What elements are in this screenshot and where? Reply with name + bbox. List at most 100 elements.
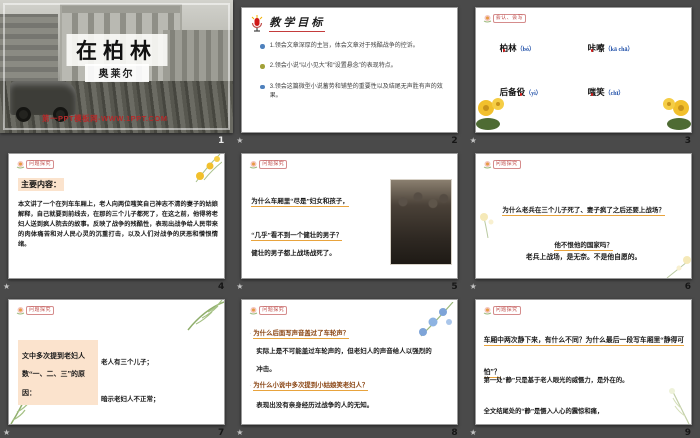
slide-thumbnail-8[interactable]: 问题探究 · 为什么后面写声音盖过了车轮声？ 实际上是不可能盖过车轮声的，但老妇人… bbox=[241, 299, 459, 425]
question-bullet: · bbox=[249, 331, 252, 337]
rose-icon bbox=[250, 161, 258, 169]
section-badge: 问题探究 bbox=[483, 306, 521, 315]
summary-title: 主要内容： bbox=[18, 178, 64, 191]
slide-thumbnail-1[interactable]: 在柏林 奥莱尔 第一PPT模板网-WWW.1PPT.COM bbox=[0, 0, 233, 133]
vocab-pinyin: （yì） bbox=[525, 91, 542, 97]
objective-text: 2.领会小说“以小见大”和“设置悬念”的表现特点。 bbox=[269, 63, 397, 70]
answer-line: 第一处“静”只是基于老人眼光的威慑力，是外在的。 bbox=[483, 377, 629, 384]
vocab-pinyin: （chī） bbox=[604, 91, 625, 97]
slide-number: 1 bbox=[218, 136, 225, 146]
objective-text: 1.领会文章深厚的主旨，体会文章对于残酷战争的控诉。 bbox=[269, 43, 419, 49]
vocab-item: 后备役（yì） bbox=[500, 82, 588, 100]
sorter-cell-5: 问题探究 为什么车厢里“尽是”妇女和孩子， “几乎”看不到一个健壮的男子？ 健壮… bbox=[233, 146, 466, 292]
sorter-cell-8: 问题探究 · 为什么后面写声音盖过了车轮声？ 实际上是不可能盖过车轮声的，但老妇人… bbox=[233, 292, 466, 438]
objective-text: 3.领会这篇微型小说蓄势和铺垫的重要性以及结尾无声胜有声的效果。 bbox=[269, 83, 443, 99]
section-badge: 问题探究 bbox=[249, 160, 288, 169]
slide-number: 4 bbox=[218, 282, 225, 292]
sorter-cell-6: 问题探究 为什么老兵在三个儿子死了、妻子疯了之后还要上战场？ 他不恨他的国家吗？… bbox=[467, 146, 700, 292]
summary-body: 本文讲了一个在列车车厢上，老人向两位嗤笑自己神志不清的妻子的姑娘解释，自己就要到… bbox=[18, 201, 218, 249]
sorter-cell-7: 问题探究 文中多次提到老妇人数“一、二、三”的原因： 老人有三个儿子； 暗示老妇… bbox=[0, 292, 233, 438]
bullet-dot-icon bbox=[260, 64, 265, 69]
question-line: 为什么后面写声音盖过了车轮声？ bbox=[253, 330, 350, 339]
answer-line: 健壮的男子都上战场战死了。 bbox=[251, 250, 336, 257]
slide-thumbnail-5[interactable]: 问题探究 为什么车厢里“尽是”妇女和孩子， “几乎”看不到一个健壮的男子？ 健壮… bbox=[241, 153, 459, 279]
watermark-text: 第一PPT模板网-WWW.1PPT.COM bbox=[42, 114, 168, 123]
fern-decoration bbox=[187, 300, 224, 331]
sorter-cell-4: 问题探究 主要内容： 本文讲了一个在列车车厢上，老人向两位嗤笑自己神志不清的妻子… bbox=[0, 146, 233, 292]
answer-line: 全文结尾处的“静”是慑入人心的震惊和痛， bbox=[483, 408, 604, 416]
transition-star-icon: ★ bbox=[3, 282, 11, 291]
slide-number: 6 bbox=[684, 282, 691, 292]
point-line: 暗示老妇人不正常； bbox=[101, 395, 160, 403]
answer-line: 表现出没有亲身经历过战争的人的无知。 bbox=[256, 402, 374, 409]
slide-sorter-grid: 在柏林 奥莱尔 第一PPT模板网-WWW.1PPT.COM 1 教学目标 1.领… bbox=[0, 0, 700, 438]
objective-item: 3.领会这篇微型小说蓄势和铺垫的重要性以及结尾无声胜有声的效果。 bbox=[260, 83, 448, 102]
slide-thumbnail-3[interactable]: 会认、会写 柏林（bó） 咔嚓（kā chā） 后备役（yì） 嗤笑（chī） bbox=[474, 7, 692, 133]
slide-number: 3 bbox=[684, 136, 691, 146]
slide-thumbnail-7[interactable]: 问题探究 文中多次提到老妇人数“一、二、三”的原因： 老人有三个儿子； 暗示老妇… bbox=[8, 299, 225, 425]
slide-number: 2 bbox=[451, 136, 458, 146]
marching-soldiers-photo bbox=[391, 180, 452, 264]
answer-line: 老兵上战场，是无奈。不是他自愿的。 bbox=[525, 254, 642, 261]
question-bullet: · bbox=[249, 383, 252, 389]
section-badge: 问题探究 bbox=[16, 306, 55, 315]
question-line: 为什么小说中多次提到小姑娘笑老妇人？ bbox=[253, 382, 369, 391]
lesson-title-box: 在柏林 bbox=[66, 34, 167, 66]
stress-dot bbox=[590, 49, 594, 52]
stress-dot bbox=[590, 93, 594, 96]
bullet-dot-icon bbox=[260, 44, 265, 49]
vocabulary-grid: 柏林（bó） 咔嚓（kā chā） 后备役（yì） 嗤笑（chī） bbox=[500, 38, 676, 100]
slide-thumbnail-6[interactable]: 问题探究 为什么老兵在三个儿子死了、妻子疯了之后还要上战场？ 他不恨他的国家吗？… bbox=[474, 153, 692, 279]
point-line: 老人有三个儿子； bbox=[101, 359, 153, 366]
section-badge-label: 问题探究 bbox=[492, 160, 521, 169]
author-name: 奥莱尔 bbox=[98, 69, 135, 80]
objectives-title: 教学目标 bbox=[269, 14, 326, 32]
section-badge-label: 会认、会写 bbox=[492, 14, 527, 23]
section-badge-label: 问题探究 bbox=[259, 160, 288, 169]
vocab-pinyin: （kā chā） bbox=[604, 47, 634, 53]
vocab-word: 嗤笑 bbox=[587, 87, 605, 97]
slide-number: 8 bbox=[451, 428, 458, 438]
slide-thumbnail-2[interactable]: 教学目标 1.领会文章深厚的主旨，体会文章对于残酷战争的控诉。 2.领会小说“以… bbox=[241, 7, 459, 133]
transition-star-icon: ★ bbox=[236, 428, 244, 437]
stress-dot bbox=[502, 49, 506, 52]
section-badge: 问题探究 bbox=[16, 160, 55, 169]
question-line: 为什么老兵在三个儿子死了、妻子疯了之后还要上战场？ bbox=[502, 207, 665, 216]
transition-star-icon: ★ bbox=[469, 428, 477, 437]
slide-number: 7 bbox=[218, 428, 225, 438]
berlin-ruins-photo: 在柏林 奥莱尔 第一PPT模板网-WWW.1PPT.COM bbox=[0, 0, 233, 133]
rose-icon bbox=[483, 161, 491, 169]
vocab-word: 咔嚓 bbox=[587, 43, 605, 53]
rose-icon bbox=[250, 307, 258, 315]
transition-star-icon: ★ bbox=[3, 428, 11, 437]
section-badge: 问题探究 bbox=[249, 306, 288, 315]
rose-icon bbox=[16, 307, 25, 315]
sorter-cell-3: 会认、会写 柏林（bó） 咔嚓（kā chā） 后备役（yì） 嗤笑（chī） bbox=[467, 0, 700, 146]
rose-icon bbox=[16, 161, 25, 169]
transition-star-icon: ★ bbox=[236, 136, 244, 145]
bullet-dot-icon bbox=[260, 84, 265, 90]
objectives-header: 教学目标 bbox=[250, 14, 326, 32]
slide-thumbnail-9[interactable]: 问题探究 车厢中两次静下来，有什么不同？为什么最后一段写车厢里“静得可怕”？ 第… bbox=[474, 299, 692, 425]
slide-thumbnail-4[interactable]: 问题探究 主要内容： 本文讲了一个在列车车厢上，老人向两位嗤笑自己神志不清的妻子… bbox=[8, 153, 225, 279]
prompt-box: 文中多次提到老妇人数“一、二、三”的原因： bbox=[18, 340, 98, 405]
sorter-cell-2: 教学目标 1.领会文章深厚的主旨，体会文章对于残酷战争的控诉。 2.领会小说“以… bbox=[233, 0, 466, 146]
lesson-title: 在柏林 bbox=[76, 39, 157, 63]
author-box: 奥莱尔 bbox=[84, 64, 149, 82]
question-line: 为什么车厢里“尽是”妇女和孩子， bbox=[251, 198, 349, 207]
rose-icon bbox=[483, 15, 491, 23]
section-badge-label: 问题探究 bbox=[26, 306, 55, 315]
answer-line: 实际上是不可能盖过车轮声的，但老妇人的声音给人以强烈的冲击。 bbox=[256, 348, 432, 373]
vocab-item: 咔嚓（kā chā） bbox=[588, 38, 676, 56]
prompt-text: 文中多次提到老妇人数“一、二、三”的原因： bbox=[22, 352, 85, 397]
sorter-cell-1: 在柏林 奥莱尔 第一PPT模板网-WWW.1PPT.COM 1 bbox=[0, 0, 233, 146]
stress-dot bbox=[519, 93, 523, 96]
objective-item: 1.领会文章深厚的主旨，体会文章对于残酷战争的控诉。 bbox=[260, 42, 448, 51]
yellow-flower-decoration bbox=[195, 154, 222, 183]
vocab-item: 柏林（bó） bbox=[500, 38, 588, 56]
old-truck bbox=[10, 81, 76, 122]
sorter-cell-9: 问题探究 车厢中两次静下来，有什么不同？为什么最后一段写车厢里“静得可怕”？ 第… bbox=[467, 292, 700, 438]
vocab-item: 嗤笑（chī） bbox=[588, 82, 676, 100]
section-badge-label: 问题探究 bbox=[259, 306, 288, 315]
transition-star-icon: ★ bbox=[469, 282, 477, 291]
